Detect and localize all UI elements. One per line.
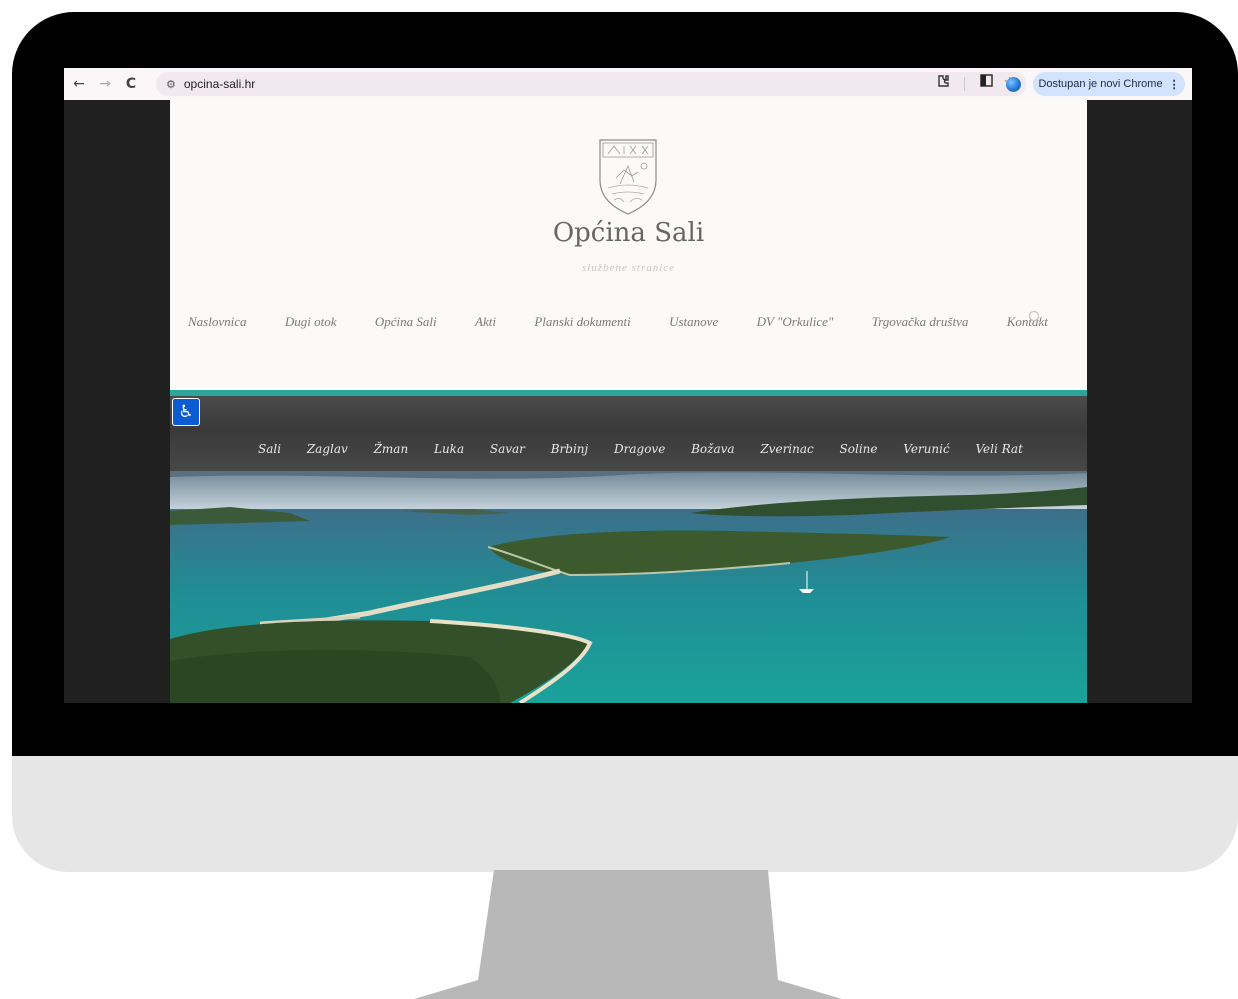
site-subtitle: službene stranice bbox=[581, 262, 676, 274]
village-sali[interactable]: Sali bbox=[258, 442, 281, 456]
site-info-icon[interactable]: ⚙ bbox=[166, 78, 176, 91]
monitor-chin bbox=[12, 756, 1238, 872]
reload-button[interactable]: C bbox=[120, 76, 142, 92]
search-icon[interactable] bbox=[1028, 310, 1043, 329]
hero-landscape-photo bbox=[170, 471, 1087, 703]
chrome-update-button[interactable]: Dostupan je novi Chrome ⋮ bbox=[1033, 72, 1185, 96]
village-zman[interactable]: Žman bbox=[374, 442, 409, 456]
village-veli-rat[interactable]: Veli Rat bbox=[975, 442, 1022, 456]
extensions-icon[interactable] bbox=[936, 74, 950, 92]
nav-item-trgovacka-drustva[interactable]: Trgovačka društva bbox=[872, 314, 969, 330]
address-bar[interactable]: ⚙ opcina-sali.hr ☆ bbox=[156, 72, 1026, 96]
village-brbinj[interactable]: Brbinj bbox=[551, 442, 589, 456]
nav-item-dugi-otok[interactable]: Dugi otok bbox=[285, 314, 337, 330]
nav-item-ustanove[interactable]: Ustanove bbox=[669, 314, 718, 330]
village-savar[interactable]: Savar bbox=[490, 442, 525, 456]
kebab-menu-icon[interactable]: ⋮ bbox=[1169, 78, 1180, 91]
nav-item-dv-orkulice[interactable]: DV "Orkulice" bbox=[757, 314, 834, 330]
village-verunic[interactable]: Verunić bbox=[903, 442, 949, 456]
main-navigation: Naslovnica Dugi otok Općina Sali Akti Pl… bbox=[188, 312, 1048, 332]
update-label: Dostupan je novi Chrome bbox=[1038, 78, 1163, 90]
profile-avatar[interactable] bbox=[1006, 77, 1021, 92]
nav-item-akti[interactable]: Akti bbox=[475, 314, 496, 330]
side-panel-icon[interactable] bbox=[980, 74, 993, 91]
back-button[interactable]: ← bbox=[68, 76, 90, 92]
village-navigation: Sali Zaglav Žman Luka Savar Brbinj Drago… bbox=[170, 396, 1087, 471]
village-dragove[interactable]: Dragove bbox=[614, 442, 665, 456]
coat-of-arms-icon bbox=[599, 139, 657, 215]
url-text[interactable]: opcina-sali.hr bbox=[184, 77, 255, 91]
forward-button[interactable]: → bbox=[94, 76, 116, 92]
browser-window: ← → C ⚙ opcina-sali.hr ☆ Dostupan je nov… bbox=[64, 68, 1192, 703]
site-title[interactable]: Općina Sali bbox=[170, 218, 1087, 248]
village-luka[interactable]: Luka bbox=[434, 442, 464, 456]
divider bbox=[964, 77, 965, 91]
nav-item-naslovnica[interactable]: Naslovnica bbox=[188, 314, 247, 330]
nav-item-planski-dokumenti[interactable]: Planski dokumenti bbox=[534, 314, 630, 330]
web-page: Općina Sali službene stranice Naslovnica… bbox=[170, 100, 1087, 703]
village-soline[interactable]: Soline bbox=[840, 442, 878, 456]
village-bozava[interactable]: Božava bbox=[691, 442, 734, 456]
village-zaglav[interactable]: Zaglav bbox=[307, 442, 348, 456]
village-zverinac[interactable]: Zverinac bbox=[760, 442, 813, 456]
accessibility-icon[interactable]: ♿ bbox=[172, 398, 200, 426]
monitor-stand bbox=[414, 870, 842, 999]
nav-item-opcina-sali[interactable]: Općina Sali bbox=[375, 314, 437, 330]
